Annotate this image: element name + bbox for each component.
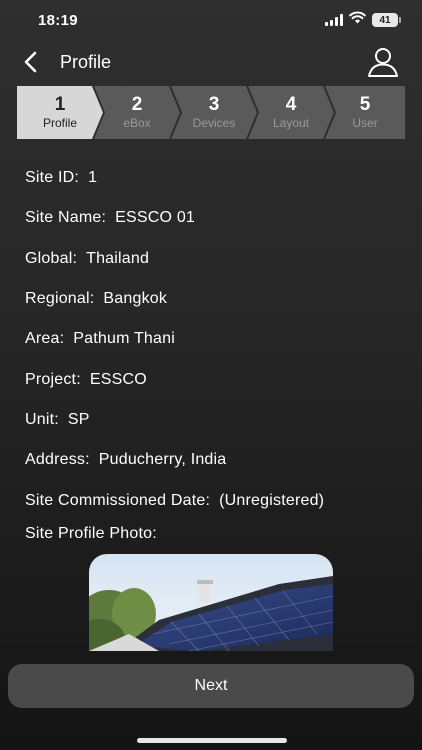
field-value: (Unregistered)	[219, 491, 325, 509]
field-label: Site ID	[25, 169, 79, 187]
user-icon[interactable]	[366, 45, 400, 79]
field-value: SP	[67, 410, 90, 428]
photo-label: Site Profile Photo:	[25, 525, 157, 542]
field-label: Regional	[25, 290, 94, 308]
site-name-row: Site Name ESSCO 01	[25, 198, 405, 238]
chevron-left-icon[interactable]	[22, 50, 46, 74]
field-value: Puducherry, India	[98, 451, 227, 469]
next-button[interactable]: Next	[8, 664, 414, 708]
step-profile[interactable]: 1 Profile	[17, 86, 103, 139]
step-devices[interactable]: 3 Devices	[171, 86, 257, 139]
field-label: Address	[25, 451, 90, 469]
site-profile-photo	[89, 554, 333, 651]
field-label: Site Commissioned Date	[25, 492, 210, 510]
page-title: Profile	[60, 51, 112, 72]
battery-icon: 41	[372, 13, 401, 27]
step-label: Devices	[192, 116, 236, 130]
field-label: Area	[25, 330, 64, 348]
wifi-icon	[349, 11, 366, 29]
step-number: 2	[131, 94, 143, 115]
step-label: eBox	[123, 116, 151, 130]
step-number: 3	[208, 94, 220, 115]
step-number: 5	[359, 94, 371, 115]
field-value: ESSCO	[89, 370, 147, 388]
status-bar: 18:19 41	[0, 0, 422, 40]
site-id-row: Site ID 1	[25, 158, 405, 198]
field-label: Site Name	[25, 209, 106, 227]
step-layout[interactable]: 4 Layout	[248, 86, 334, 139]
address-row: Address Puducherry, India	[25, 440, 405, 480]
project-row: Project ESSCO	[25, 359, 405, 399]
step-number: 4	[285, 94, 297, 115]
field-label: Global	[25, 250, 77, 268]
signal-icon	[325, 14, 343, 26]
step-label: Layout	[272, 116, 310, 130]
field-value: ESSCO 01	[115, 209, 196, 227]
step-user[interactable]: 5 User	[325, 86, 405, 139]
wizard-stepper: 1 Profile 2 eBox 3 Devices 4 Layout 5 Us…	[17, 86, 405, 139]
step-label: Profile	[42, 116, 77, 130]
field-value: Thailand	[86, 249, 150, 267]
global-row: Global Thailand	[25, 239, 405, 279]
field-label: Project	[25, 371, 81, 389]
unit-row: Unit SP	[25, 400, 405, 440]
home-indicator	[137, 738, 287, 743]
status-time: 18:19	[38, 11, 78, 29]
regional-row: Regional Bangkok	[25, 279, 405, 319]
step-label: User	[352, 116, 378, 130]
nav-bar: Profile	[0, 42, 422, 82]
field-value: Pathum Thani	[73, 330, 175, 348]
field-value: Bangkok	[103, 290, 168, 308]
step-ebox[interactable]: 2 eBox	[94, 86, 180, 139]
status-icons: 41	[325, 11, 401, 29]
field-value: 1	[88, 169, 98, 187]
step-number: 1	[54, 94, 66, 115]
commissioned-date-row: Site Commissioned Date (Unregistered)	[25, 480, 405, 520]
field-label: Unit	[25, 411, 59, 429]
area-row: Area Pathum Thani	[25, 319, 405, 359]
site-info-list: Site ID 1 Site Name ESSCO 01 Global Thai…	[25, 158, 405, 521]
